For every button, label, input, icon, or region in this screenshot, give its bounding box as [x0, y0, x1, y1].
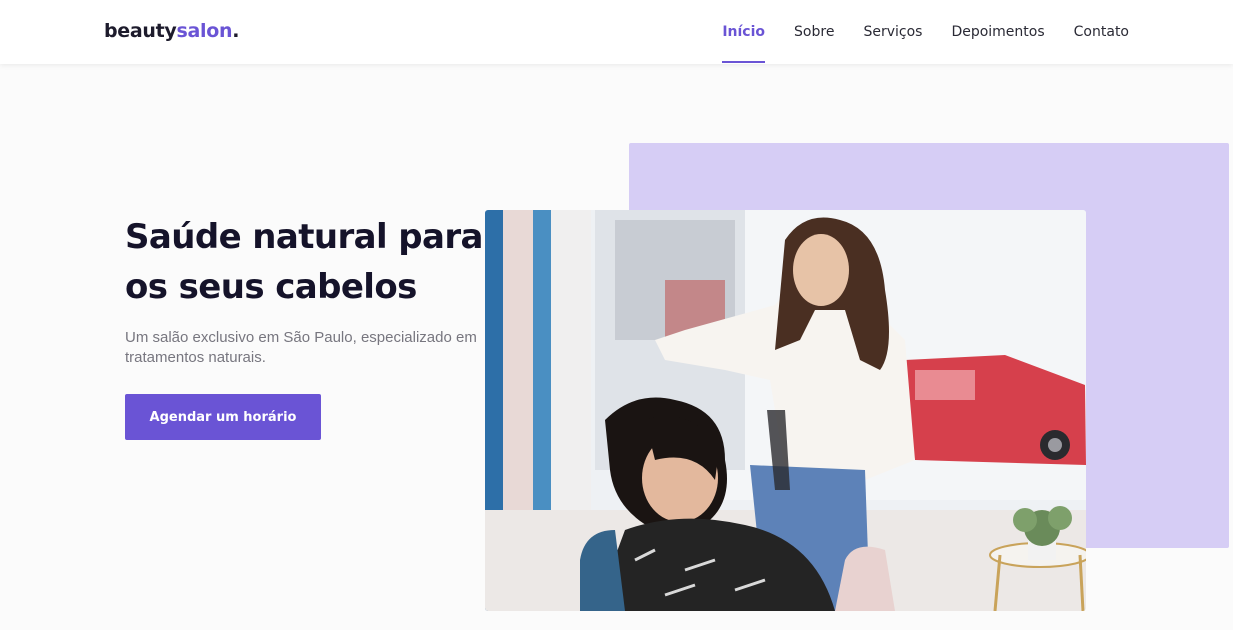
hero-title-line2: os seus cabelos [125, 267, 417, 307]
brand-name-accent: salon [176, 20, 233, 42]
site-header: beautysalon. Início Sobre Serviços Depoi… [0, 0, 1233, 64]
nav-link-inicio[interactable]: Início [722, 0, 765, 64]
nav-link-contato[interactable]: Contato [1074, 0, 1129, 64]
nav-link-depoimentos[interactable]: Depoimentos [951, 0, 1044, 64]
salon-photo-illustration [485, 210, 1086, 611]
book-appointment-button[interactable]: Agendar um horário [125, 394, 321, 440]
salon-photo [485, 210, 1086, 611]
hero-description: Um salão exclusivo em São Paulo, especia… [125, 329, 477, 366]
brand-logo[interactable]: beautysalon. [104, 20, 239, 42]
nav-link-sobre[interactable]: Sobre [794, 0, 834, 64]
nav-link-servicos[interactable]: Serviços [863, 0, 922, 64]
brand-name-main: beauty [104, 20, 177, 42]
hero-text: Saúde natural para os seus cabelos Um sa… [125, 212, 485, 368]
brand-name-dot: . [232, 20, 240, 42]
hero-title-line1: Saúde natural para [125, 217, 483, 257]
main-nav: Início Sobre Serviços Depoimentos Contat… [722, 0, 1129, 64]
hero-title: Saúde natural para os seus cabelos [125, 212, 485, 312]
